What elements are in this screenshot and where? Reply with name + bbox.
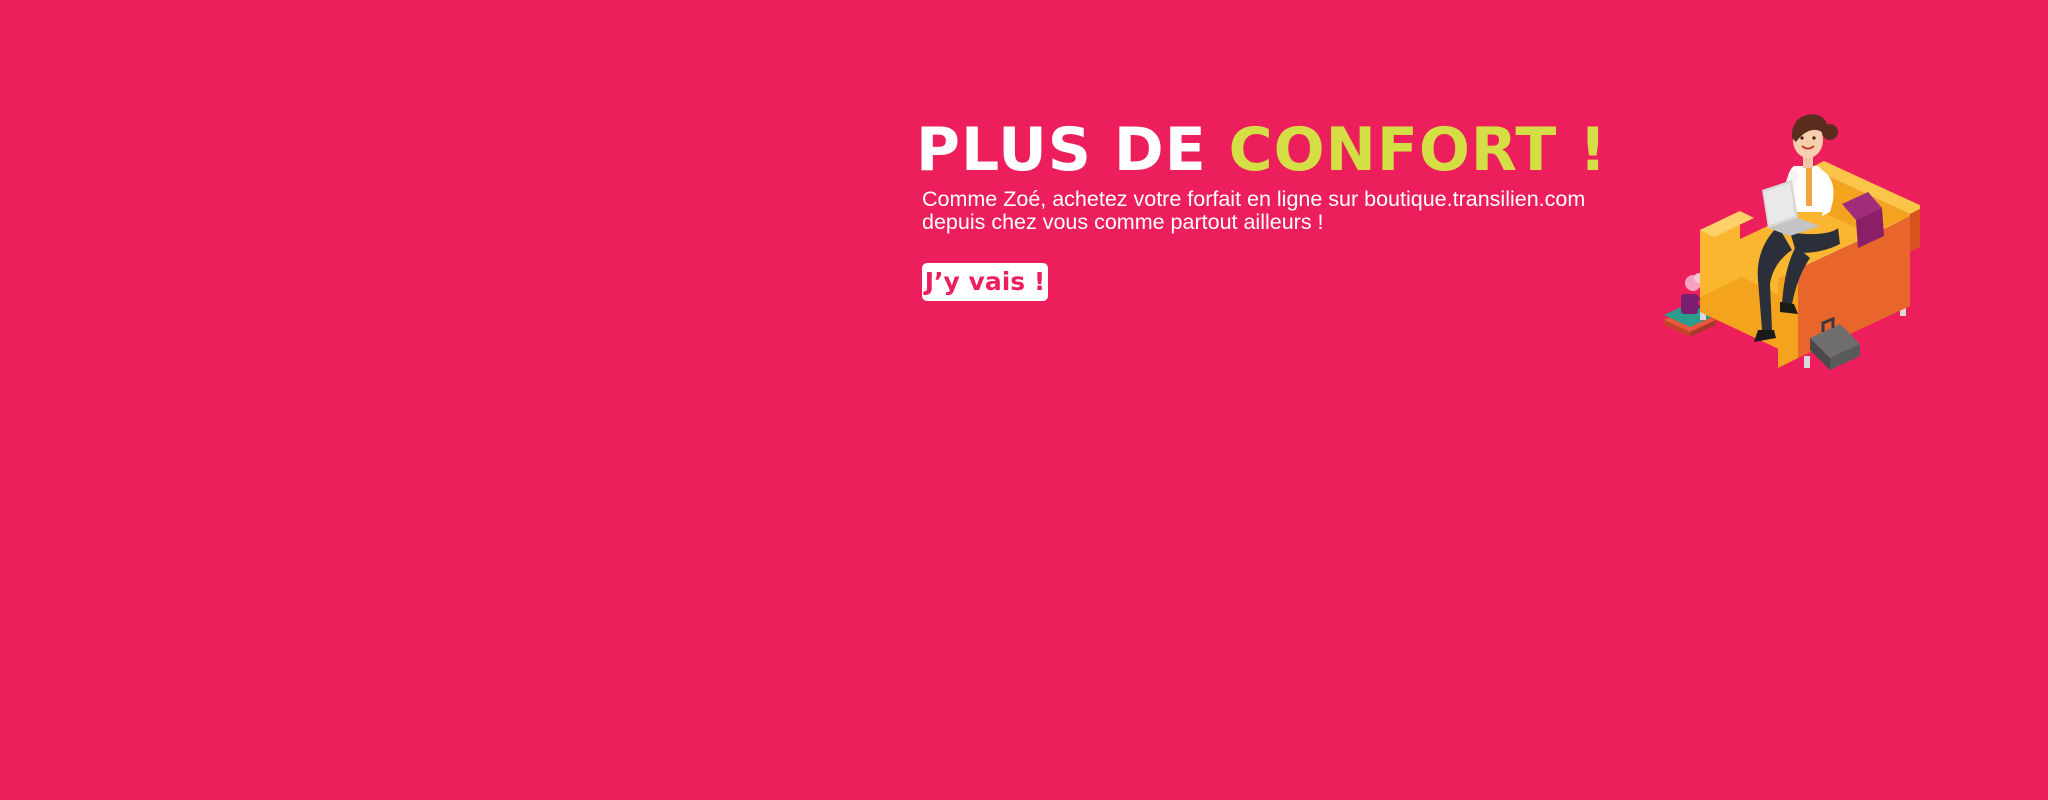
jy-vais-button[interactable]: J’y vais ! (922, 263, 1048, 301)
banner-headline: PLUS DE CONFORT ! (916, 114, 1608, 186)
banner-subtext: Comme Zoé, achetez votre forfait en lign… (922, 188, 1585, 234)
headline-part-white: PLUS DE (916, 115, 1229, 185)
promo-banner: PLUS DE CONFORT ! Comme Zoé, achetez vot… (0, 0, 2048, 800)
headline-part-accent: CONFORT ! (1228, 115, 1608, 185)
subtext-line-1: Comme Zoé, achetez votre forfait en lign… (922, 187, 1586, 211)
subtext-line-2: depuis chez vous comme partout ailleurs … (922, 210, 1324, 234)
woman-on-sofa-illustration (1664, 114, 1920, 370)
